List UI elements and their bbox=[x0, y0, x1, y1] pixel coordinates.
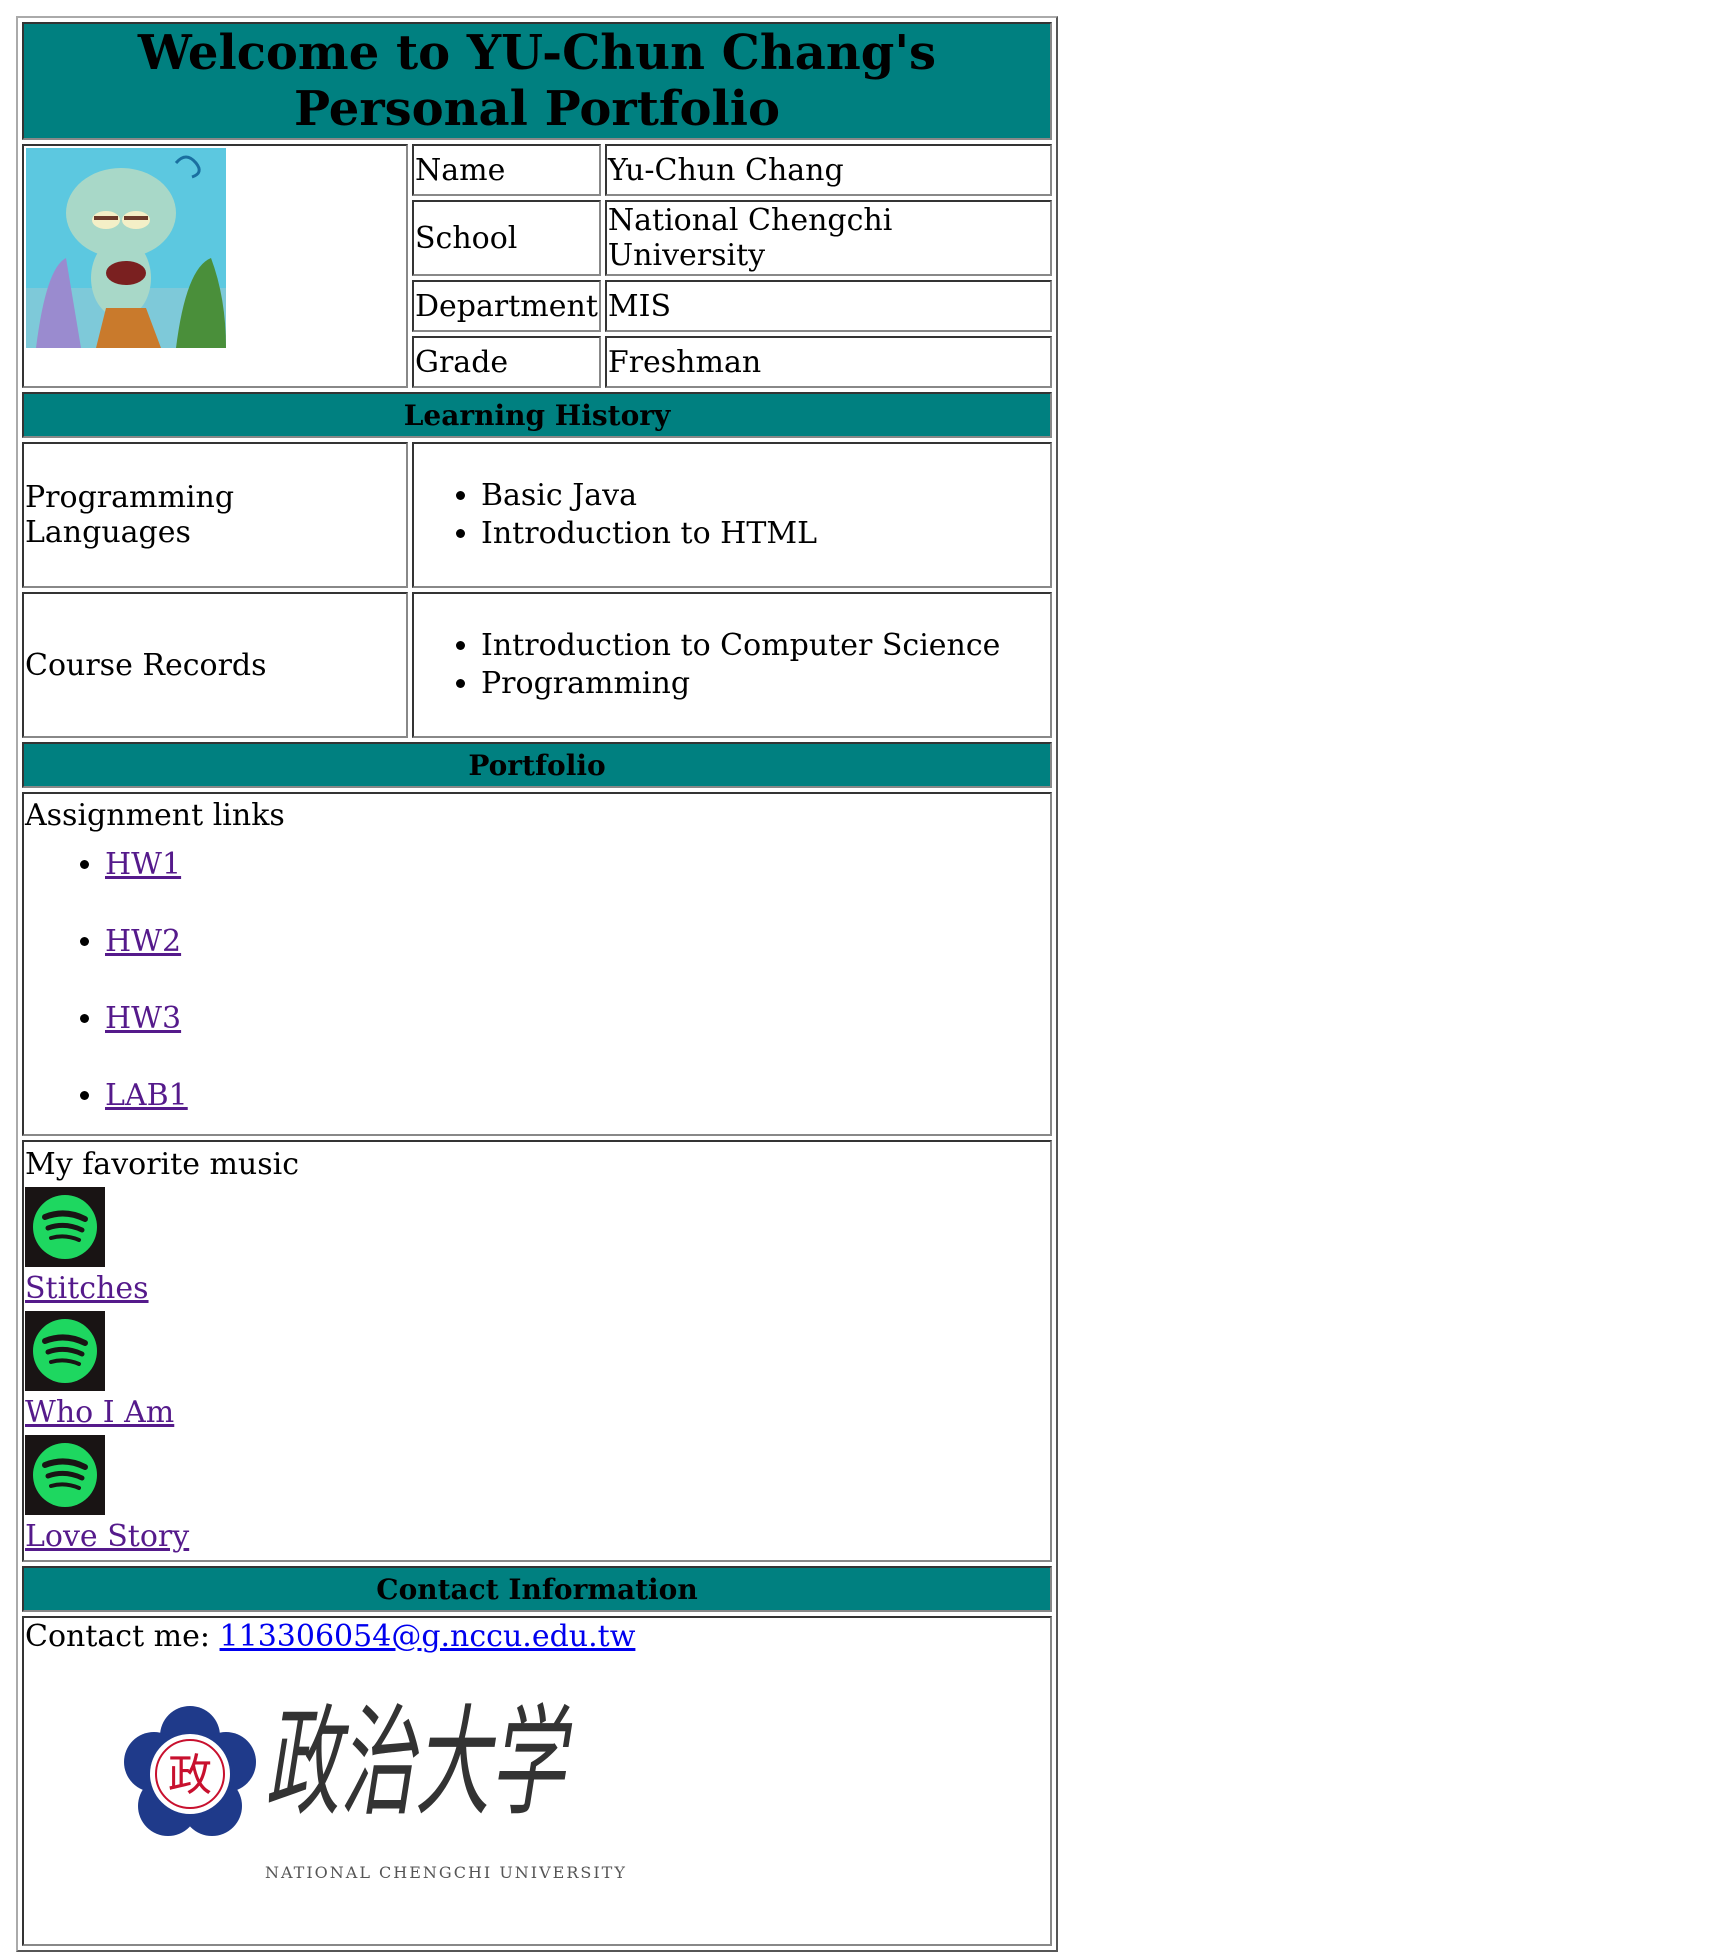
list-item: Introduction to HTML bbox=[481, 515, 1049, 553]
programming-languages-list: Basic Java Introduction to HTML bbox=[415, 477, 1049, 553]
contact-cell: Contact me: 113306054@g.nccu.edu.tw 政 政治… bbox=[22, 1616, 1052, 1946]
logo-text: NATIONAL CHENGCHI UNIVERSITY bbox=[265, 1863, 627, 1882]
portfolio-table: Welcome to YU-Chun Chang's Personal Port… bbox=[16, 16, 1058, 1952]
programming-languages-label: Programming Languages bbox=[22, 442, 408, 588]
portfolio-heading: Portfolio bbox=[22, 742, 1052, 788]
contact-email-link[interactable]: 113306054@g.nccu.edu.tw bbox=[220, 1619, 636, 1654]
profile-label-name: Name bbox=[412, 144, 601, 196]
spotify-icon[interactable] bbox=[25, 1311, 105, 1391]
course-records-cell: Introduction to Computer Science Program… bbox=[412, 592, 1052, 738]
contact-heading: Contact Information bbox=[22, 1566, 1052, 1612]
lab1-link[interactable]: LAB1 bbox=[105, 1078, 188, 1113]
profile-label-grade: Grade bbox=[412, 336, 601, 388]
list-item: Programming bbox=[481, 665, 1049, 703]
profile-photo bbox=[26, 148, 226, 348]
profile-photo-cell bbox=[22, 144, 408, 388]
course-records-label: Course Records bbox=[22, 592, 408, 738]
course-records-list: Introduction to Computer Science Program… bbox=[415, 627, 1049, 703]
list-item: Introduction to Computer Science bbox=[481, 627, 1049, 665]
music-link-who-i-am[interactable]: Who I Am bbox=[25, 1391, 174, 1435]
hw1-link[interactable]: HW1 bbox=[105, 847, 181, 882]
list-item: HW3 bbox=[105, 1001, 1049, 1036]
logo-seal: 政 bbox=[168, 1750, 212, 1801]
hw3-link[interactable]: HW3 bbox=[105, 1001, 181, 1036]
list-item: LAB1 bbox=[105, 1078, 1049, 1113]
profile-value-department: MIS bbox=[604, 280, 1052, 332]
profile-value-school: National Chengchi University bbox=[604, 200, 1052, 276]
nccu-logo: 政 政治大学 NATIONAL CHENGCHI UNIVERSITY bbox=[124, 1694, 627, 1882]
music-label: My favorite music bbox=[25, 1147, 300, 1182]
assignments-label: Assignment links bbox=[25, 798, 285, 833]
profile-value-name: Yu-Chun Chang bbox=[604, 144, 1052, 196]
profile-label-department: Department bbox=[412, 280, 601, 332]
list-item: HW1 bbox=[105, 847, 1049, 882]
page-title: Welcome to YU-Chun Chang's Personal Port… bbox=[22, 22, 1052, 140]
logo-calligraphy: 政治大学 bbox=[265, 1694, 572, 1833]
music-link-love-story[interactable]: Love Story bbox=[25, 1515, 189, 1559]
list-item: Basic Java bbox=[481, 477, 1049, 515]
spotify-icon[interactable] bbox=[25, 1435, 105, 1515]
music-cell: My favorite music Stitches Who I Am Love… bbox=[22, 1140, 1052, 1562]
hw2-link[interactable]: HW2 bbox=[105, 924, 181, 959]
profile-label-school: School bbox=[412, 200, 601, 276]
profile-value-grade: Freshman bbox=[604, 336, 1052, 388]
learning-history-heading: Learning History bbox=[22, 392, 1052, 438]
list-item: HW2 bbox=[105, 924, 1049, 959]
contact-prefix: Contact me: bbox=[25, 1619, 220, 1654]
programming-languages-cell: Basic Java Introduction to HTML bbox=[412, 442, 1052, 588]
music-link-stitches[interactable]: Stitches bbox=[25, 1267, 149, 1311]
spotify-icon[interactable] bbox=[25, 1187, 105, 1267]
assignment-links-list: HW1 HW2 HW3 LAB1 bbox=[25, 847, 1049, 1113]
assignments-cell: Assignment links HW1 HW2 HW3 LAB1 bbox=[22, 792, 1052, 1136]
portfolio-page: Welcome to YU-Chun Chang's Personal Port… bbox=[16, 16, 1058, 1952]
